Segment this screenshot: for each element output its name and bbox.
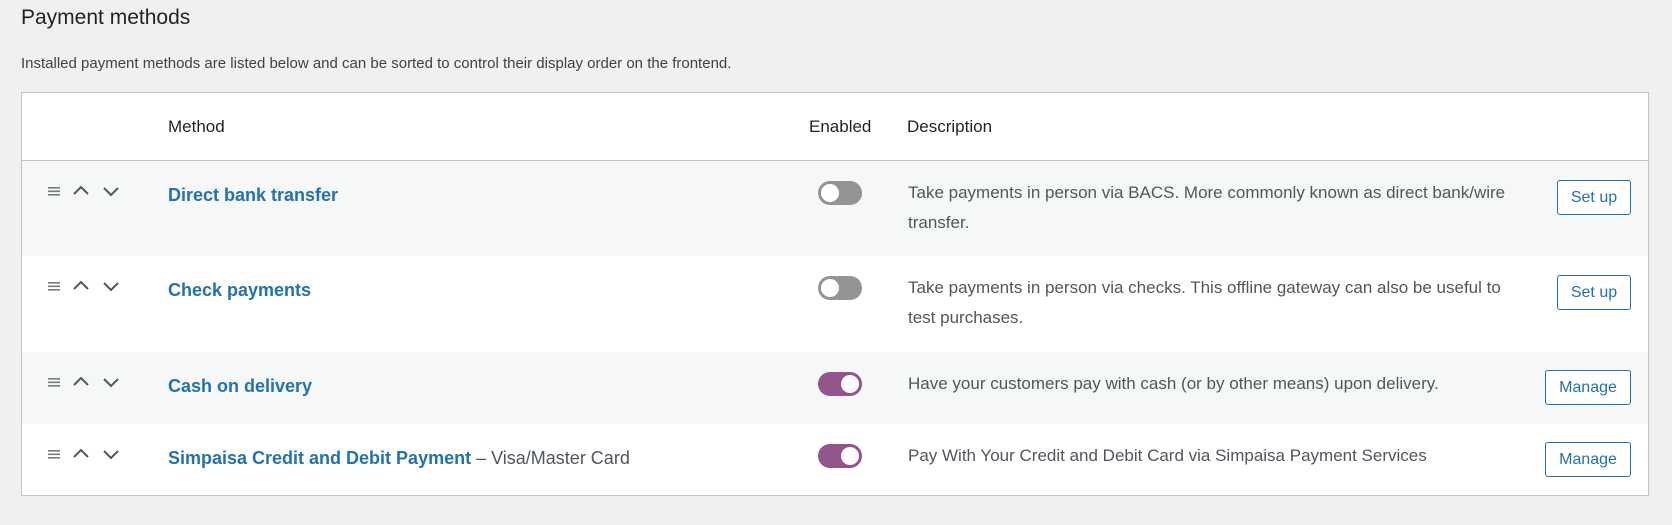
move-down-icon[interactable]	[102, 446, 120, 462]
sort-controls	[46, 183, 126, 211]
column-header-description: Description	[907, 117, 993, 136]
enabled-toggle[interactable]	[818, 444, 862, 468]
move-up-icon[interactable]	[72, 278, 90, 294]
method-suffix: – Visa/Master Card	[471, 448, 630, 468]
method-name: Simpaisa Credit and Debit Payment	[168, 448, 472, 468]
move-up-icon[interactable]	[72, 446, 90, 462]
method-link-direct-bank-transfer[interactable]: Direct bank transfer	[168, 185, 338, 206]
method-name: Direct bank transfer	[168, 185, 339, 205]
page-title: Payment methods	[21, 6, 191, 29]
drag-handle-icon[interactable]	[46, 183, 62, 199]
table-row: Direct bank transfer Take payments in pe…	[22, 161, 1648, 256]
column-header-enabled: Enabled	[809, 117, 872, 136]
table-row: Simpaisa Credit and Debit Payment – Visa…	[22, 424, 1648, 495]
move-down-icon[interactable]	[102, 183, 120, 199]
move-up-icon[interactable]	[72, 183, 90, 199]
sort-controls	[46, 446, 126, 474]
method-description: Take payments in person via checks. This…	[908, 278, 1501, 327]
toggle-knob	[821, 184, 839, 202]
set-up-button[interactable]: Set up	[1557, 275, 1631, 310]
move-down-icon[interactable]	[102, 374, 120, 390]
manage-button[interactable]: Manage	[1545, 442, 1631, 477]
toggle-knob	[821, 279, 839, 297]
drag-handle-icon[interactable]	[46, 446, 62, 462]
toggle-knob	[841, 375, 859, 393]
method-name: Check payments	[168, 280, 312, 300]
enabled-toggle[interactable]	[818, 181, 862, 205]
method-link-check-payments[interactable]: Check payments	[168, 280, 311, 301]
column-header-method: Method	[168, 117, 225, 136]
toggle-knob	[841, 447, 859, 465]
move-down-icon[interactable]	[102, 278, 120, 294]
method-name: Cash on delivery	[168, 376, 313, 396]
payment-methods-table: Method Enabled Description Direct bank t…	[21, 92, 1649, 496]
set-up-button[interactable]: Set up	[1557, 180, 1631, 215]
method-description: Have your customers pay with cash (or by…	[908, 374, 1439, 393]
sort-controls	[46, 374, 126, 402]
move-up-icon[interactable]	[72, 374, 90, 390]
drag-handle-icon[interactable]	[46, 278, 62, 294]
page-description: Installed payment methods are listed bel…	[21, 55, 732, 72]
enabled-toggle[interactable]	[818, 372, 862, 396]
method-description: Pay With Your Credit and Debit Card via …	[908, 446, 1427, 465]
table-row: Check payments Take payments in person v…	[22, 256, 1648, 352]
method-link-simpaisa[interactable]: Simpaisa Credit and Debit Payment – Visa…	[168, 448, 630, 469]
manage-button[interactable]: Manage	[1545, 370, 1631, 405]
table-row: Cash on delivery Have your customers pay…	[22, 352, 1648, 424]
sort-controls	[46, 278, 126, 306]
table-header: Method Enabled Description	[22, 93, 1648, 161]
method-link-cash-on-delivery[interactable]: Cash on delivery	[168, 376, 312, 397]
drag-handle-icon[interactable]	[46, 374, 62, 390]
enabled-toggle[interactable]	[818, 276, 862, 300]
method-description: Take payments in person via BACS. More c…	[908, 183, 1506, 232]
